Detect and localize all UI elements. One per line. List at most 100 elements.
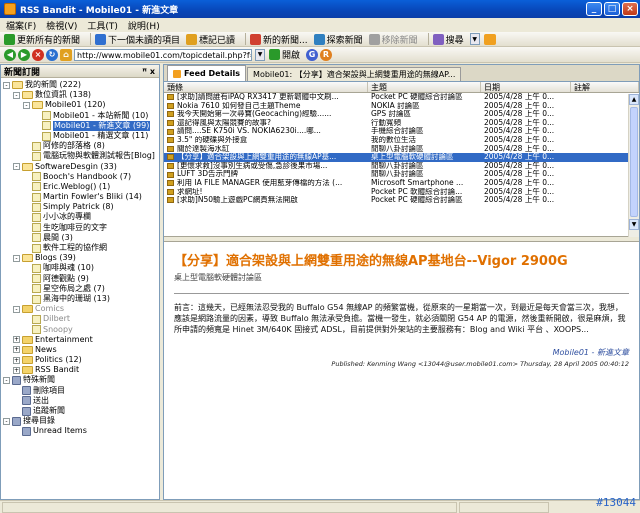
pin-close-icon[interactable]: ꟸ x (142, 67, 155, 76)
orange-options-icon[interactable] (483, 33, 496, 45)
expand-icon[interactable]: + (13, 356, 20, 364)
tree-node[interactable]: + Entertainment (3, 335, 159, 345)
tree-node[interactable]: + News (3, 345, 159, 355)
table-row[interactable]: 求網址! Pocket PC 軟體綜合討論... 2005/4/28 上午 0... (164, 188, 639, 197)
table-row[interactable]: 請問....SE K750i VS. NOKIA6230i....哪... 手機綜… (164, 127, 639, 136)
article-title[interactable]: 【分享】適合架設與上網雙重用途的無線AP基地台--Vigor 2900G (174, 250, 629, 269)
tree-node[interactable]: 電腦玩物與軟體測試報告[Blog] (3, 151, 159, 161)
collapse-icon[interactable]: - (13, 254, 20, 262)
tree-node[interactable]: 阿修的部落格 (8) (3, 141, 159, 151)
feed-search-icon[interactable]: R (320, 48, 333, 61)
url-dropdown[interactable]: ▼ (255, 48, 265, 61)
menu-view[interactable]: 檢視(V) (46, 19, 77, 32)
expand-icon[interactable]: + (13, 336, 20, 344)
open-url-button[interactable]: 開啟 (269, 48, 300, 61)
table-row[interactable]: 關於達製海水缸 閒聊八卦討論區 2005/4/28 上午 0... (164, 145, 639, 154)
scroll-up-icon[interactable]: ▲ (629, 94, 639, 105)
collapse-icon[interactable]: - (3, 417, 10, 425)
tree-node[interactable]: 軟件工程的協作網 (3, 243, 159, 253)
collapse-icon[interactable]: - (13, 91, 20, 99)
column-date[interactable]: 日期 (481, 82, 571, 92)
tree-node[interactable]: - 我的新聞 (222) (3, 80, 159, 90)
tree-node[interactable]: Unread Items (3, 426, 159, 436)
tree-node[interactable]: Mobile01 - 精選文章 (11) (3, 131, 159, 141)
tree-node[interactable]: Simply Patrick (8) (3, 202, 159, 212)
google-icon[interactable]: G (306, 48, 319, 61)
column-comments[interactable]: 註解 (571, 82, 639, 92)
table-row[interactable]: 利用 IA FILE MANAGER 使用藍芽傳檔的方法 (... Microso… (164, 179, 639, 188)
tree-node[interactable]: + Politics (12) (3, 355, 159, 365)
tree-node[interactable]: - Blogs (39) (3, 253, 159, 263)
table-row[interactable]: Nokia 7610 如何發自己主題Theme NOKIA 討論區 2005/4/2… (164, 102, 639, 111)
tree-node[interactable]: 送出 (3, 396, 159, 406)
tree-node-label: Comics (35, 304, 65, 314)
update-all-feeds-button[interactable]: 更新所有的新聞 (4, 33, 80, 46)
tree-node[interactable]: 阿德觀點 (9) (3, 274, 159, 284)
collapse-icon[interactable]: - (3, 81, 10, 89)
tree-node[interactable]: - 數位資訊 (138) (3, 90, 159, 100)
menu-tools[interactable]: 工具(T) (87, 19, 118, 32)
new-feed-button[interactable]: 新的新聞... (250, 33, 308, 46)
table-row[interactable]: 還記得風與太陽競賽的故事? 行動寬頻 2005/4/28 上午 0... (164, 119, 639, 128)
tree-node[interactable]: 生吃咖啡豆的文字 (3, 223, 159, 233)
collapse-icon[interactable]: - (13, 305, 20, 313)
back-icon[interactable]: ◀ (4, 48, 16, 61)
tab-article[interactable]: Mobile01: 【分享】適合架設與上網雙重用途的無線AP... (247, 67, 462, 81)
maximize-button[interactable]: □ (604, 2, 620, 16)
tree-node[interactable]: - 特殊新聞 (3, 375, 159, 386)
collapse-icon[interactable]: - (3, 377, 10, 385)
feed-link[interactable]: Mobile01 - 新進文章 (553, 348, 629, 357)
tree-node[interactable]: 小小冰的專欄 (3, 212, 159, 223)
search-button[interactable]: 搜尋 (432, 33, 464, 46)
menu-help[interactable]: 說明(H) (128, 19, 160, 32)
tree-node[interactable]: 晨間 (3) (3, 233, 159, 243)
refresh-page-icon[interactable]: ↻ (46, 48, 58, 61)
table-row[interactable]: LUFT 3D告示門牌 閒聊八卦討論區 2005/4/28 上午 0... (164, 170, 639, 179)
tree-node[interactable]: Booch's Handbook (7) (3, 172, 159, 182)
tab-feed-details[interactable]: Feed Details (167, 65, 247, 81)
collapse-icon[interactable]: - (13, 163, 20, 171)
tree-node[interactable]: Martin Fowler's Bliki (14) (3, 192, 159, 202)
column-headline[interactable]: 頭條 (164, 82, 368, 92)
expand-icon[interactable]: + (13, 346, 20, 354)
mark-read-button[interactable]: 標記已讀 (186, 33, 235, 46)
table-row[interactable]: [求助]N50驗上遊戲PC網頁無法開啟 Pocket PC 硬體綜合討論區 2005… (164, 196, 639, 205)
close-button[interactable]: × (622, 2, 638, 16)
tree-node[interactable]: Eric.Weblog() (1) (3, 182, 159, 192)
next-unread-item-button[interactable]: 下一個未讀的項目 (95, 33, 180, 46)
menu-file[interactable]: 檔案(F) (6, 19, 36, 32)
tree-node[interactable]: - SoftwareDesgin (33) (3, 162, 159, 172)
discover-feeds-button[interactable]: 探索新聞 (313, 33, 363, 46)
tree-node[interactable]: - Comics (3, 304, 159, 314)
collapse-icon[interactable]: - (23, 101, 30, 109)
list-scrollbar[interactable]: ▲ ▼ (628, 94, 639, 237)
tree-node[interactable]: - Mobile01 (120) (3, 100, 159, 110)
remove-feed-button[interactable]: 移除新聞 (368, 33, 418, 46)
tree-node[interactable]: Snoopy (3, 325, 159, 335)
table-row[interactable]: 我今天開始第一次尋寶(Geocaching)經驗...... GPS 討論區 200… (164, 110, 639, 119)
table-row[interactable]: [求助]請問誰有iPAQ RX3417 更新韌體中文刷... Pocket PC … (164, 93, 639, 102)
tree-node[interactable]: 刪除項目 (3, 386, 159, 396)
minimize-button[interactable]: _ (586, 2, 602, 16)
tree-node[interactable]: - 搜尋目錄 (3, 416, 159, 426)
table-row[interactable]: 【分享】適合架設與上網雙重用途的無線AP基... 桌上型電腦軟硬體討論區 2005/… (164, 153, 639, 162)
tree-node[interactable]: 追蹤新聞 (3, 406, 159, 416)
expand-icon[interactable]: + (13, 366, 20, 374)
table-row[interactable]: [更懷求救]沒事別生病或受傷,急診後果市場... 閒聊八卦討論區 2005/4/28… (164, 162, 639, 171)
tree-node[interactable]: 星空佈局之處 (7) (3, 284, 159, 294)
scroll-thumb[interactable] (630, 107, 638, 217)
tree-node[interactable]: 咖啡與魂 (10) (3, 263, 159, 273)
tree-node[interactable]: Dilbert (3, 314, 159, 324)
tree-node[interactable]: 黑海中的珊瑚 (13) (3, 294, 159, 304)
stop-icon[interactable]: × (32, 48, 44, 61)
tree-node[interactable]: Mobile01 - 新進文章 (99) (3, 120, 159, 131)
scroll-down-icon[interactable]: ▼ (629, 219, 639, 230)
tree-node[interactable]: + RSS Bandit (3, 365, 159, 375)
forward-icon[interactable]: ▶ (18, 48, 30, 61)
table-row[interactable]: 3.5" 的硬碟與外接盒 我的數位生活 2005/4/28 上午 0... (164, 136, 639, 145)
column-topic[interactable]: 主題 (368, 82, 481, 92)
search-dropdown[interactable]: ▼ (469, 33, 480, 45)
home-icon[interactable]: ⌂ (60, 48, 72, 61)
tree-node[interactable]: Mobile01 - 本站新聞 (10) (3, 111, 159, 121)
url-input[interactable]: http://www.mobile01.com/topicdetail.php?… (74, 48, 252, 61)
